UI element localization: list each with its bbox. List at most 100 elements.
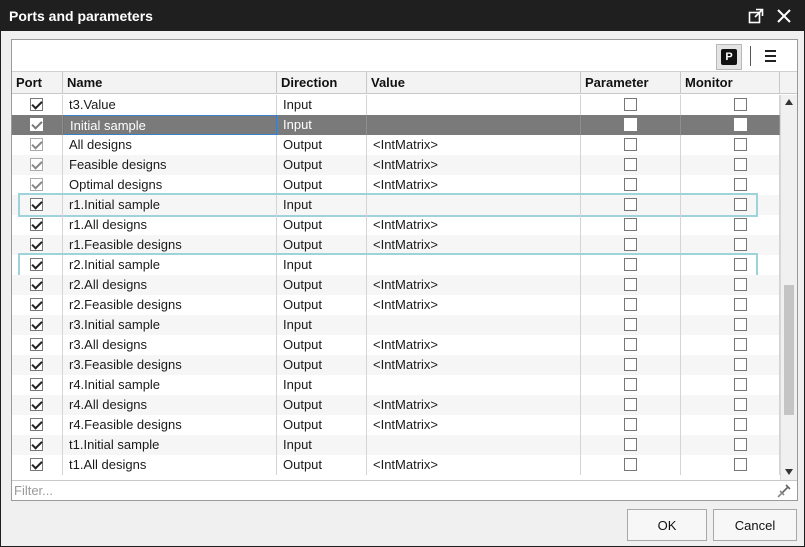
parameter-checkbox[interactable] (624, 98, 637, 111)
port-checkbox[interactable] (30, 458, 43, 471)
port-name[interactable]: Initial sample (63, 115, 277, 135)
table-row[interactable]: r3.All designs Output <IntMatrix> (12, 335, 780, 355)
monitor-checkbox[interactable] (734, 138, 747, 151)
port-checkbox[interactable] (30, 358, 43, 371)
port-value[interactable]: <IntMatrix> (367, 355, 581, 375)
column-header-parameter[interactable]: Parameter (581, 72, 681, 94)
parameters-toggle-button[interactable]: P (716, 44, 742, 70)
monitor-checkbox[interactable] (734, 258, 747, 271)
table-row[interactable]: r2.Feasible designs Output <IntMatrix> (12, 295, 780, 315)
table-row[interactable]: r1.All designs Output <IntMatrix> (12, 215, 780, 235)
port-name[interactable]: r4.Initial sample (63, 375, 277, 395)
monitor-checkbox[interactable] (734, 318, 747, 331)
port-name[interactable]: r4.All designs (63, 395, 277, 415)
close-icon[interactable] (773, 5, 795, 27)
parameter-checkbox[interactable] (624, 278, 637, 291)
parameter-checkbox[interactable] (624, 238, 637, 251)
port-name[interactable]: t1.Initial sample (63, 435, 277, 455)
port-value[interactable]: <IntMatrix> (367, 395, 581, 415)
parameter-checkbox[interactable] (624, 398, 637, 411)
parameter-checkbox[interactable] (624, 258, 637, 271)
port-value[interactable] (367, 115, 581, 135)
parameter-checkbox[interactable] (624, 358, 637, 371)
parameter-checkbox[interactable] (624, 158, 637, 171)
monitor-checkbox[interactable] (734, 398, 747, 411)
parameter-checkbox[interactable] (624, 438, 637, 451)
monitor-checkbox[interactable] (734, 118, 747, 131)
monitor-checkbox[interactable] (734, 298, 747, 311)
port-checkbox[interactable] (30, 418, 43, 431)
monitor-checkbox[interactable] (734, 278, 747, 291)
port-checkbox[interactable] (30, 338, 43, 351)
port-value[interactable]: <IntMatrix> (367, 175, 581, 195)
port-checkbox[interactable] (30, 438, 43, 451)
port-name[interactable]: t1.All designs (63, 455, 277, 475)
monitor-checkbox[interactable] (734, 98, 747, 111)
parameter-checkbox[interactable] (624, 298, 637, 311)
port-checkbox[interactable] (30, 298, 43, 311)
filter-input[interactable] (12, 481, 772, 500)
port-checkbox[interactable] (30, 318, 43, 331)
monitor-checkbox[interactable] (734, 158, 747, 171)
table-row[interactable]: r1.Feasible designs Output <IntMatrix> (12, 235, 780, 255)
port-value[interactable] (367, 95, 581, 115)
port-name[interactable]: r3.Initial sample (63, 315, 277, 335)
monitor-checkbox[interactable] (734, 358, 747, 371)
parameter-checkbox[interactable] (624, 118, 637, 131)
cancel-button[interactable]: Cancel (713, 509, 797, 541)
table-row[interactable]: Initial sample Input (12, 115, 780, 135)
monitor-checkbox[interactable] (734, 178, 747, 191)
monitor-checkbox[interactable] (734, 338, 747, 351)
port-value[interactable]: <IntMatrix> (367, 415, 581, 435)
port-name[interactable]: r1.All designs (63, 215, 277, 235)
port-value[interactable] (367, 195, 581, 215)
port-name[interactable]: r4.Feasible designs (63, 415, 277, 435)
monitor-checkbox[interactable] (734, 198, 747, 211)
port-checkbox[interactable] (30, 198, 43, 211)
ok-button[interactable]: OK (627, 509, 707, 541)
port-value[interactable] (367, 435, 581, 455)
port-checkbox[interactable] (30, 398, 43, 411)
parameter-checkbox[interactable] (624, 198, 637, 211)
table-row[interactable]: r4.Initial sample Input (12, 375, 780, 395)
column-header-name[interactable]: Name (63, 72, 277, 94)
table-row[interactable]: Feasible designs Output <IntMatrix> (12, 155, 780, 175)
port-value[interactable] (367, 375, 581, 395)
monitor-checkbox[interactable] (734, 418, 747, 431)
port-value[interactable]: <IntMatrix> (367, 335, 581, 355)
parameter-checkbox[interactable] (624, 338, 637, 351)
port-value[interactable]: <IntMatrix> (367, 275, 581, 295)
monitor-checkbox[interactable] (734, 438, 747, 451)
table-row[interactable]: All designs Output <IntMatrix> (12, 135, 780, 155)
column-header-value[interactable]: Value (367, 72, 581, 94)
port-checkbox[interactable] (30, 178, 43, 191)
column-header-direction[interactable]: Direction (277, 72, 367, 94)
table-row[interactable]: t3.Value Input (12, 95, 780, 115)
port-value[interactable]: <IntMatrix> (367, 295, 581, 315)
monitor-checkbox[interactable] (734, 238, 747, 251)
broom-clear-icon[interactable] (776, 483, 792, 499)
hamburger-menu-icon[interactable] (762, 48, 780, 64)
restore-window-icon[interactable] (745, 5, 767, 27)
table-row[interactable]: t1.Initial sample Input (12, 435, 780, 455)
parameter-checkbox[interactable] (624, 458, 637, 471)
parameter-checkbox[interactable] (624, 378, 637, 391)
port-checkbox[interactable] (30, 218, 43, 231)
parameter-checkbox[interactable] (624, 138, 637, 151)
port-name[interactable]: r2.All designs (63, 275, 277, 295)
port-name[interactable]: r2.Feasible designs (63, 295, 277, 315)
port-checkbox[interactable] (30, 258, 43, 271)
table-row[interactable]: r4.Feasible designs Output <IntMatrix> (12, 415, 780, 435)
column-header-port[interactable]: Port (12, 72, 63, 94)
scroll-down-icon[interactable] (785, 469, 793, 475)
port-value[interactable] (367, 255, 581, 275)
port-name[interactable]: r1.Feasible designs (63, 235, 277, 255)
port-checkbox[interactable] (30, 98, 43, 111)
port-name[interactable]: Feasible designs (63, 155, 277, 175)
parameter-checkbox[interactable] (624, 178, 637, 191)
monitor-checkbox[interactable] (734, 458, 747, 471)
monitor-checkbox[interactable] (734, 378, 747, 391)
port-value[interactable]: <IntMatrix> (367, 215, 581, 235)
vertical-scrollbar[interactable] (780, 95, 797, 480)
port-checkbox[interactable] (30, 118, 43, 131)
